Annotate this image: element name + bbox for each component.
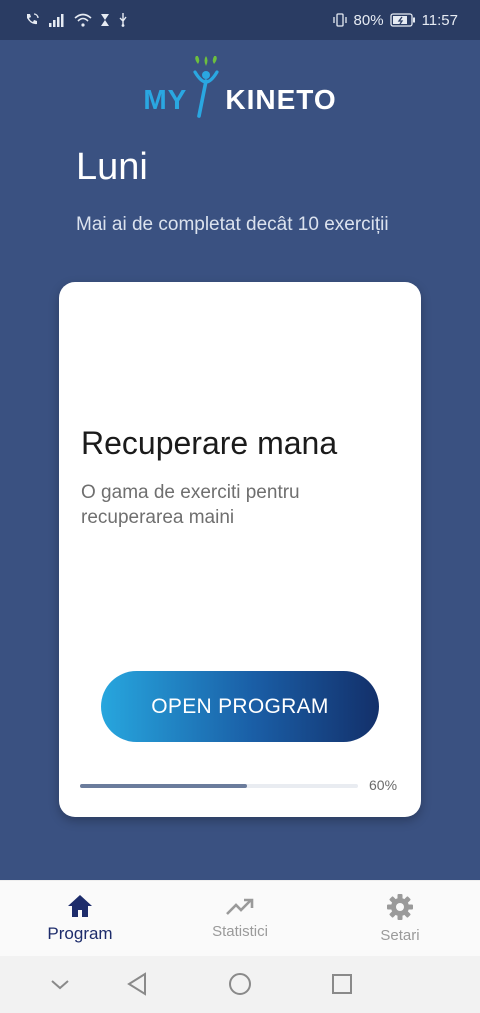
nav-item-setari[interactable]: Setari	[320, 881, 480, 956]
home-circle-icon[interactable]	[228, 972, 252, 996]
logo-text-my: MY	[143, 84, 188, 115]
hourglass-icon	[100, 13, 110, 27]
logo-text-kineto: KINETO	[225, 84, 337, 115]
status-bar: 80% 11:57	[0, 0, 480, 40]
back-icon[interactable]	[126, 972, 148, 996]
trending-up-icon	[226, 897, 254, 917]
open-program-button[interactable]: OPEN PROGRAM	[101, 671, 379, 742]
usb-icon	[118, 13, 128, 27]
nav-label-program: Program	[47, 923, 113, 943]
recent-apps-icon[interactable]	[331, 972, 353, 996]
logo-figure-icon	[193, 56, 219, 118]
program-progress-bar	[80, 784, 358, 788]
status-time: 11:57	[421, 11, 458, 29]
nav-item-program[interactable]: Program	[0, 881, 160, 956]
nav-label-setari: Setari	[380, 927, 420, 944]
signal-icon	[48, 13, 66, 27]
program-progress-label: 60%	[369, 777, 398, 793]
bottom-navigation: Program Statistici Setari	[0, 880, 480, 956]
system-navigation-bar	[0, 956, 480, 1013]
wifi-icon	[74, 13, 92, 27]
wifi-call-icon	[24, 12, 40, 28]
remaining-exercises-text: Mai ai de completat decât 10 exerciții	[76, 214, 389, 235]
status-right-icons: 80% 11:57	[332, 12, 458, 29]
status-left-icons	[24, 12, 128, 28]
gear-icon	[386, 893, 414, 921]
nav-item-statistici[interactable]: Statistici	[160, 881, 320, 956]
battery-icon	[389, 13, 416, 27]
app-logo: MY KINETO	[0, 52, 480, 118]
program-card: Recuperare mana O gama de exerciti pentr…	[59, 282, 421, 817]
nav-label-statistici: Statistici	[212, 923, 268, 940]
home-icon	[67, 894, 93, 918]
chevron-down-icon[interactable]	[50, 972, 70, 996]
program-description: O gama de exerciti pentru recuperarea ma…	[81, 482, 300, 528]
day-title: Luni	[76, 146, 148, 188]
battery-percent: 80%	[353, 11, 384, 29]
program-progress-fill	[80, 784, 247, 788]
program-title: Recuperare mana	[81, 425, 338, 461]
vibrate-icon	[332, 12, 348, 28]
